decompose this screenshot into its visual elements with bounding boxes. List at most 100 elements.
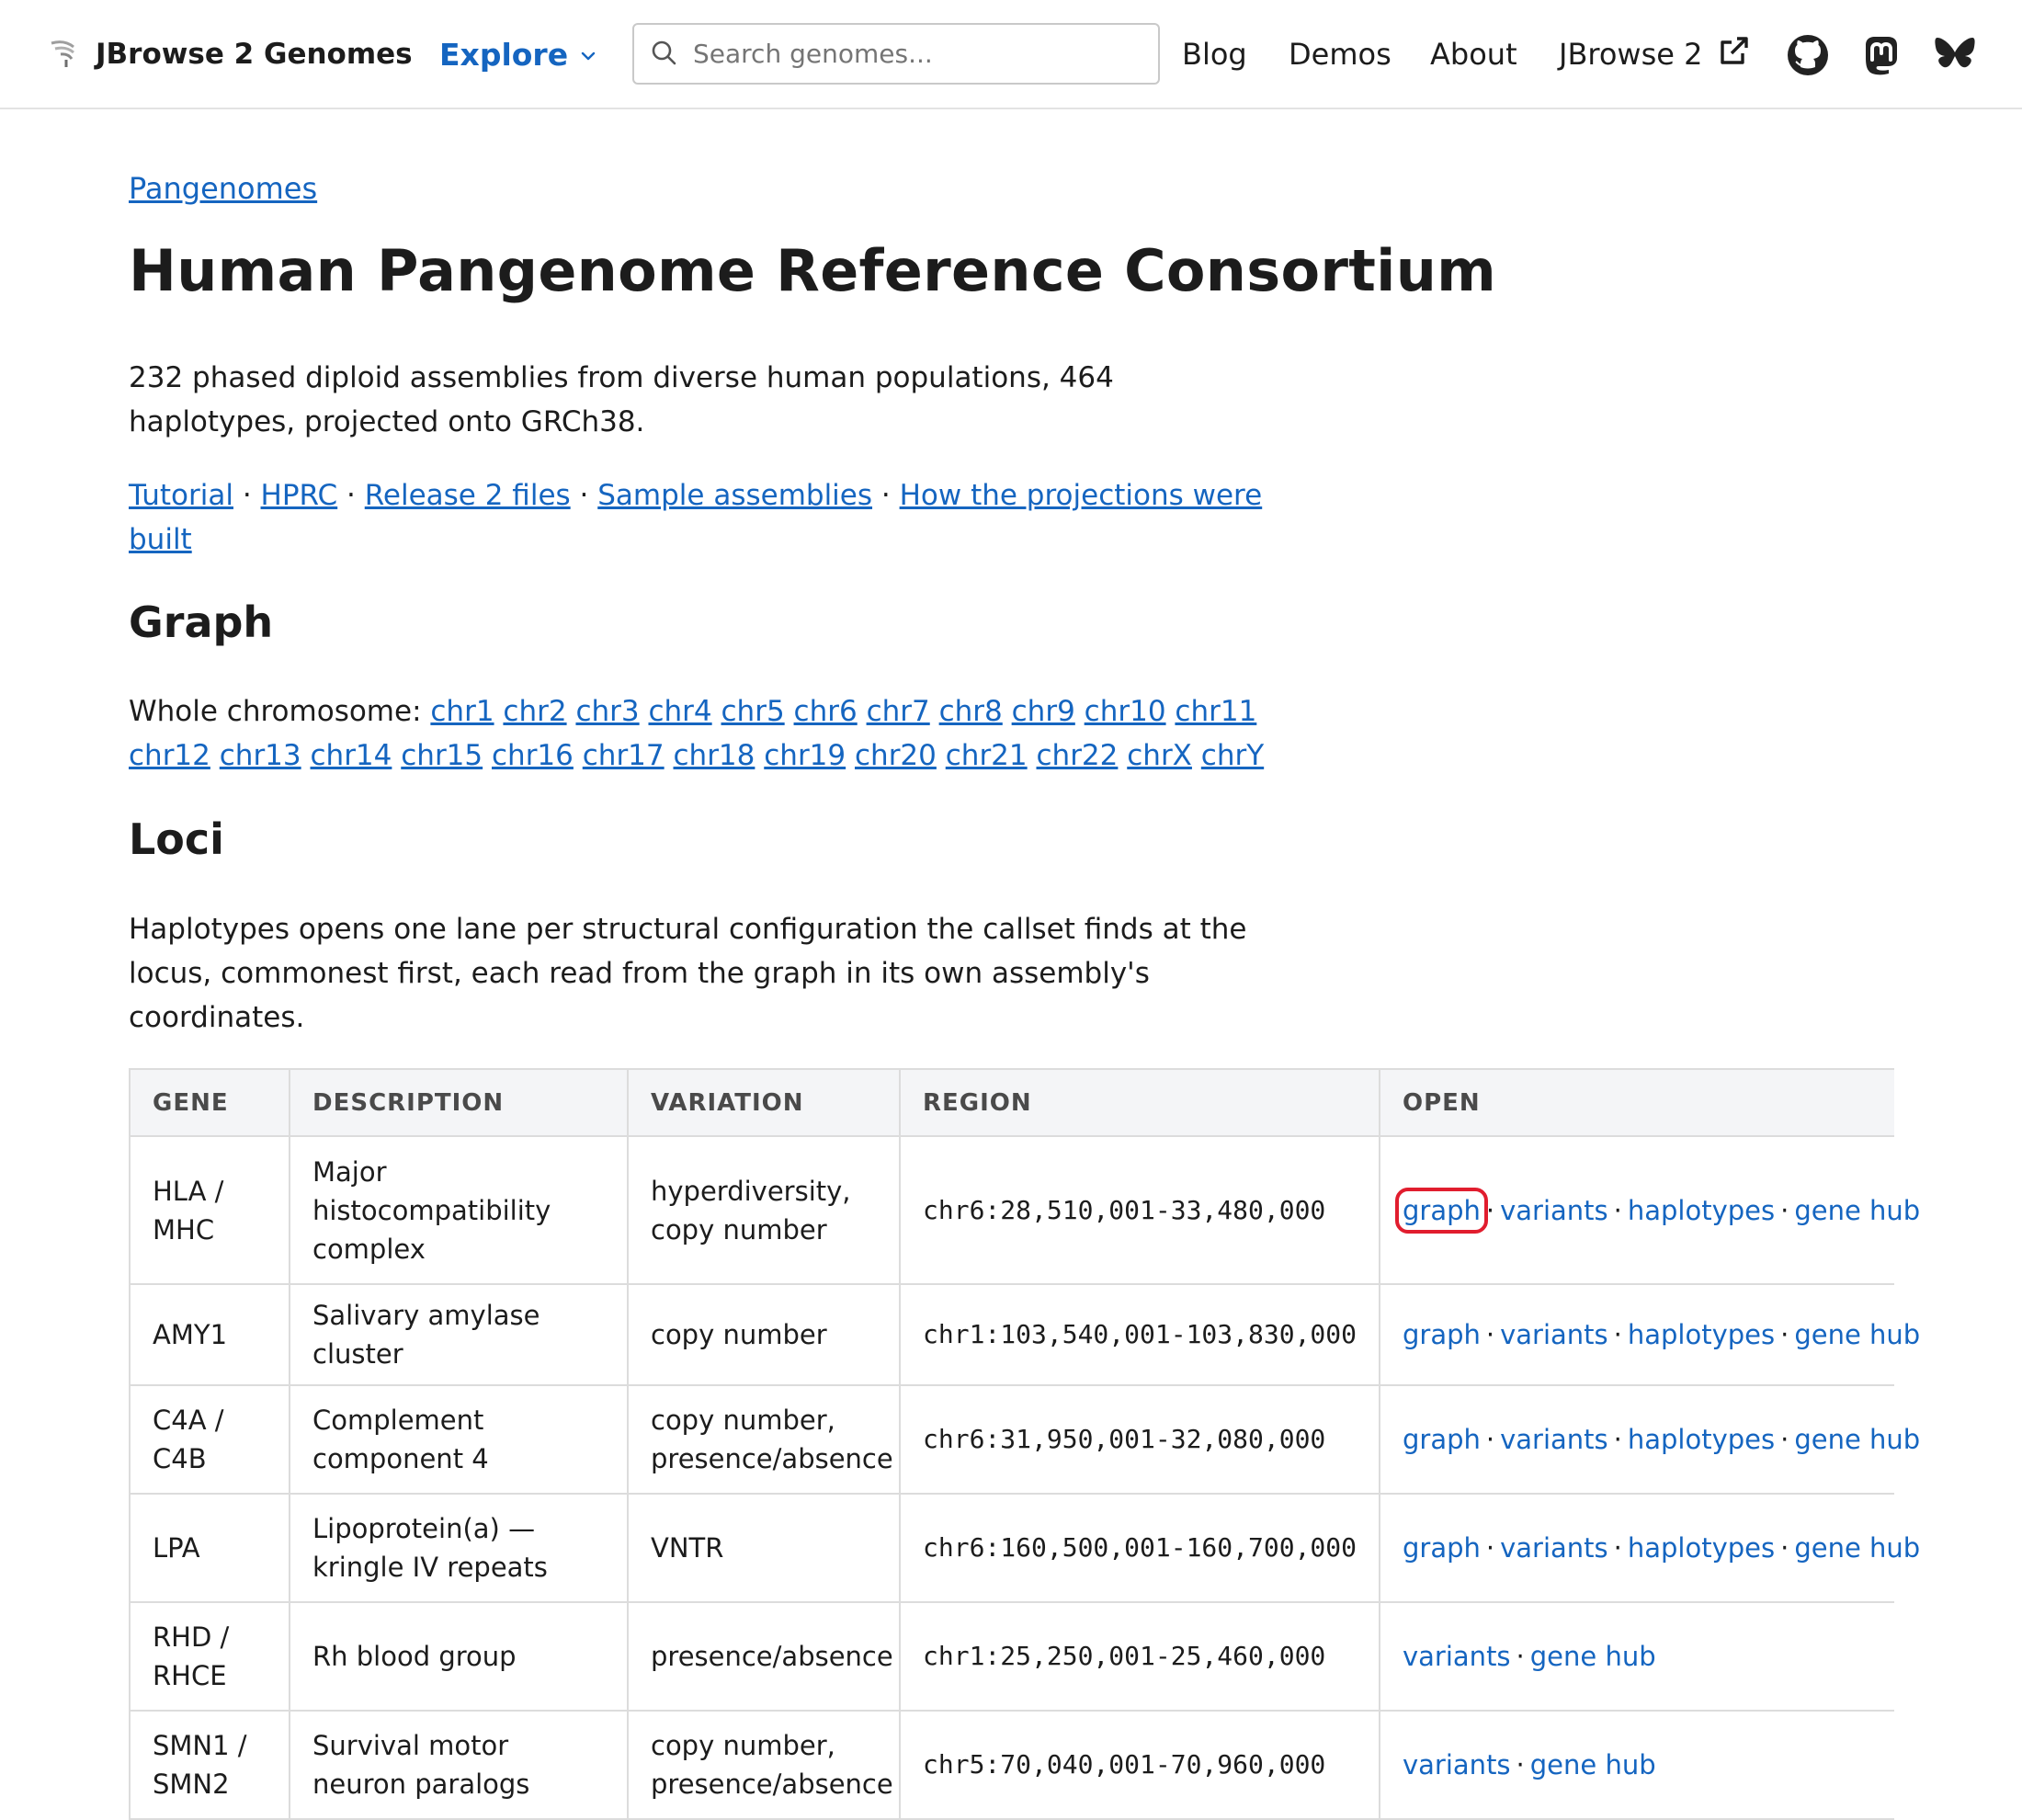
open-gene-hub-link[interactable]: gene hub xyxy=(1530,1641,1656,1672)
open-variants-link[interactable]: variants xyxy=(1403,1641,1511,1672)
cell-region: chr1:103,540,001-103,830,000 xyxy=(899,1283,1380,1386)
chrom-link-chr16[interactable]: chr16 xyxy=(492,739,574,772)
nav-jbrowse2[interactable]: JBrowse 2 xyxy=(1559,31,1754,77)
loci-table: GENE DESCRIPTION VARIATION REGION OPEN H… xyxy=(129,1068,1920,1820)
breadcrumb-link-pangenomes[interactable]: Pangenomes xyxy=(129,171,317,206)
cell-gene: AMY1 xyxy=(129,1283,290,1386)
column-header-open: OPEN xyxy=(1379,1068,1894,1137)
chevron-down-icon xyxy=(568,37,597,73)
open-gene-hub-link[interactable]: gene hub xyxy=(1794,1424,1920,1455)
table-row: LPA Lipoprotein(a) — kringle IV repeats … xyxy=(129,1493,1920,1603)
mastodon-icon[interactable] xyxy=(1858,32,1904,78)
open-haplotypes-link[interactable]: haplotypes xyxy=(1628,1424,1775,1455)
link-release-2-files[interactable]: Release 2 files xyxy=(365,479,571,512)
external-link-icon xyxy=(1702,31,1754,77)
graph-heading: Graph xyxy=(129,597,274,647)
table-header-row: GENE DESCRIPTION VARIATION REGION OPEN xyxy=(129,1068,1894,1137)
chrom-link-chr17[interactable]: chr17 xyxy=(583,739,665,772)
cell-region: chr1:25,250,001-25,460,000 xyxy=(899,1601,1380,1712)
open-graph-link[interactable]: graph xyxy=(1403,1532,1481,1564)
chrom-link-chr6[interactable]: chr6 xyxy=(794,695,858,728)
chrom-link-chr9[interactable]: chr9 xyxy=(1012,695,1075,728)
cell-region: chr6:160,500,001-160,700,000 xyxy=(899,1493,1380,1603)
chrom-link-chr12[interactable]: chr12 xyxy=(129,739,210,772)
brand-title: JBrowse 2 Genomes xyxy=(96,38,413,71)
column-header-region: REGION xyxy=(899,1068,1380,1137)
chrom-link-chr1[interactable]: chr1 xyxy=(430,695,494,728)
chrom-link-chr4[interactable]: chr4 xyxy=(648,695,711,728)
chrom-link-chrX[interactable]: chrX xyxy=(1127,739,1192,772)
open-graph-link[interactable]: graph xyxy=(1403,1319,1481,1350)
open-haplotypes-link[interactable]: haplotypes xyxy=(1628,1319,1775,1350)
intro-text: 232 phased diploid assemblies from diver… xyxy=(129,361,1114,438)
chrom-link-chr18[interactable]: chr18 xyxy=(674,739,755,772)
chrom-link-chr13[interactable]: chr13 xyxy=(220,739,301,772)
cell-gene: LPA xyxy=(129,1493,290,1603)
chrom-link-chr3[interactable]: chr3 xyxy=(575,695,639,728)
cell-description: Rh blood group xyxy=(289,1601,629,1712)
open-graph-link[interactable]: graph xyxy=(1395,1187,1488,1234)
chrom-link-chr7[interactable]: chr7 xyxy=(867,695,930,728)
cell-variation: presence/absence xyxy=(627,1601,901,1712)
open-graph-link[interactable]: graph xyxy=(1403,1424,1481,1455)
cell-open: graph · variants · haplotypes · gene hub xyxy=(1379,1384,1920,1495)
link-sample-assemblies[interactable]: Sample assemblies xyxy=(597,479,872,512)
chrom-link-chr5[interactable]: chr5 xyxy=(721,695,785,728)
search-input[interactable] xyxy=(691,38,1142,70)
cell-region: chr6:28,510,001-33,480,000 xyxy=(899,1135,1380,1285)
chrom-link-chr21[interactable]: chr21 xyxy=(946,739,1028,772)
cell-gene: C4A / C4B xyxy=(129,1384,290,1495)
chrom-link-chr2[interactable]: chr2 xyxy=(503,695,566,728)
link-tutorial[interactable]: Tutorial xyxy=(129,479,233,512)
table-row: HLA / MHC Major histocompatibility compl… xyxy=(129,1135,1920,1285)
bluesky-icon[interactable] xyxy=(1932,32,1978,78)
cell-variation: copy number, presence/absence xyxy=(627,1710,901,1820)
open-gene-hub-link[interactable]: gene hub xyxy=(1794,1532,1920,1564)
nav-about[interactable]: About xyxy=(1430,31,1517,77)
chrom-link-chr10[interactable]: chr10 xyxy=(1085,695,1166,728)
open-gene-hub-link[interactable]: gene hub xyxy=(1530,1749,1656,1780)
open-variants-link[interactable]: variants xyxy=(1403,1749,1511,1780)
explore-menu[interactable]: Explore xyxy=(439,31,597,77)
link-hprc[interactable]: HPRC xyxy=(261,479,338,512)
chrom-link-chrY[interactable]: chrY xyxy=(1201,739,1264,772)
brand-link[interactable]: JBrowse 2 Genomes xyxy=(46,31,413,77)
open-variants-link[interactable]: variants xyxy=(1500,1424,1608,1455)
table-row: RHD / RHCE Rh blood group presence/absen… xyxy=(129,1601,1894,1712)
chrom-link-chr14[interactable]: chr14 xyxy=(311,739,392,772)
explore-label: Explore xyxy=(439,36,569,73)
chrom-link-chr11[interactable]: chr11 xyxy=(1175,695,1256,728)
cell-open: variants · gene hub xyxy=(1379,1710,1894,1820)
table-row: AMY1 Salivary amylase cluster copy numbe… xyxy=(129,1283,1920,1386)
column-header-description: DESCRIPTION xyxy=(289,1068,629,1137)
cell-description: Salivary amylase cluster xyxy=(289,1283,629,1386)
open-variants-link[interactable]: variants xyxy=(1500,1319,1608,1350)
cell-description: Survival motor neuron paralogs xyxy=(289,1710,629,1820)
open-haplotypes-link[interactable]: haplotypes xyxy=(1628,1532,1775,1564)
cell-region: chr5:70,040,001-70,960,000 xyxy=(899,1710,1380,1820)
cell-open: graph · variants · haplotypes · gene hub xyxy=(1379,1283,1920,1386)
open-haplotypes-link[interactable]: haplotypes xyxy=(1628,1195,1775,1226)
column-header-gene: GENE xyxy=(129,1068,290,1137)
nav-demos[interactable]: Demos xyxy=(1289,31,1392,77)
chrom-link-chr22[interactable]: chr22 xyxy=(1037,739,1119,772)
github-icon[interactable] xyxy=(1785,32,1831,78)
cell-variation: hyperdiversity, copy number xyxy=(627,1135,901,1285)
chrom-link-chr20[interactable]: chr20 xyxy=(855,739,937,772)
open-variants-link[interactable]: variants xyxy=(1500,1532,1608,1564)
chrom-link-chr19[interactable]: chr19 xyxy=(764,739,846,772)
cell-open: graph · variants · haplotypes · gene hub xyxy=(1379,1493,1920,1603)
top-navbar: JBrowse 2 Genomes Explore Blog Demos Abo… xyxy=(0,0,2022,109)
cell-variation: copy number xyxy=(627,1283,901,1386)
cell-description: Complement component 4 xyxy=(289,1384,629,1495)
chrom-link-chr8[interactable]: chr8 xyxy=(939,695,1003,728)
table-row: SMN1 / SMN2 Survival motor neuron paralo… xyxy=(129,1710,1894,1820)
nav-jbrowse2-label: JBrowse 2 xyxy=(1559,37,1703,72)
open-variants-link[interactable]: variants xyxy=(1500,1195,1608,1226)
open-gene-hub-link[interactable]: gene hub xyxy=(1794,1319,1920,1350)
cell-description: Major histocompatibility complex xyxy=(289,1135,629,1285)
cell-gene: SMN1 / SMN2 xyxy=(129,1710,290,1820)
chrom-link-chr15[interactable]: chr15 xyxy=(401,739,483,772)
open-gene-hub-link[interactable]: gene hub xyxy=(1794,1195,1920,1226)
nav-blog[interactable]: Blog xyxy=(1182,31,1247,77)
